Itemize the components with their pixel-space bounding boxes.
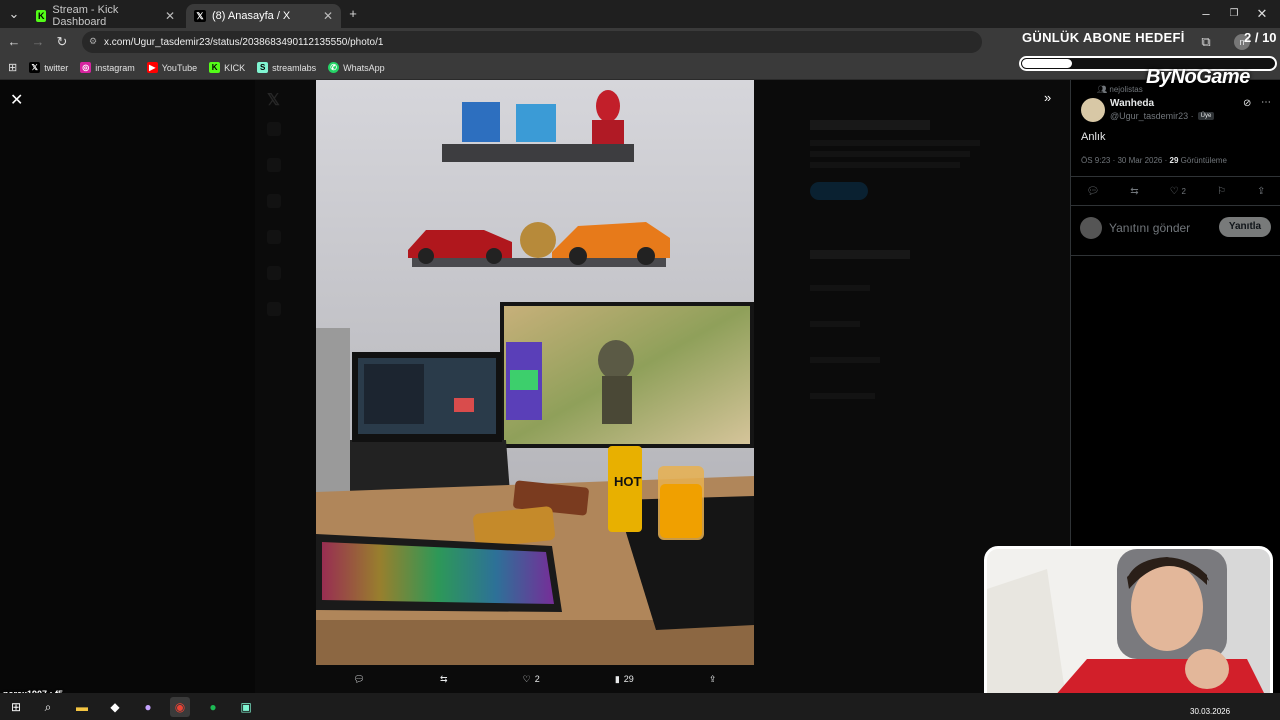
new-tab-icon[interactable]: + xyxy=(345,6,361,22)
forward-icon[interactable]: → xyxy=(30,34,46,50)
tweet-text: Anlık xyxy=(1081,131,1106,143)
reply-button[interactable]: 💬︎ xyxy=(354,674,365,685)
tab-x-home[interactable]: 𝕏 (8) Anasayfa / X ✕ xyxy=(186,4,341,28)
trends-ghost xyxy=(810,250,990,399)
tab-title: Stream - Kick Dashboard xyxy=(52,4,119,28)
x-logo-icon: 𝕏 xyxy=(194,10,206,22)
views-number: 29 xyxy=(1169,156,1179,165)
heart-icon: ♡ xyxy=(522,673,531,684)
svg-text:HOT: HOT xyxy=(614,474,642,489)
kick-icon: K xyxy=(36,10,47,22)
x-logo-icon: 𝕏 xyxy=(29,62,41,73)
file-explorer-icon[interactable]: ▬ xyxy=(72,697,92,717)
streamlabs-icon: S xyxy=(257,62,269,73)
views-button[interactable]: ▮ 29 xyxy=(615,674,634,685)
minimize-icon[interactable]: – xyxy=(1198,6,1214,22)
like-count: 2 xyxy=(534,674,540,684)
share-button[interactable]: ⇪ xyxy=(709,674,717,685)
premium-card-ghost xyxy=(810,120,990,230)
like-button[interactable]: ♡ 2 xyxy=(523,674,540,685)
youtube-icon: ▶ xyxy=(146,62,158,73)
reply-composer: Yanıtını gönder Yanıtla xyxy=(1070,208,1280,256)
url-text: x.com/Ugur_tasdemir23/status/20386834901… xyxy=(104,36,384,48)
x-logo-icon: 𝕏 xyxy=(267,92,280,109)
share-icon[interactable]: ⇪ xyxy=(1257,186,1265,197)
chrome-icon[interactable]: ◉ xyxy=(170,697,190,717)
bookmark-youtube[interactable]: ▶ YouTube xyxy=(146,62,197,73)
share-icon: ⇪ xyxy=(708,673,717,684)
streamer-webcam xyxy=(987,549,1270,705)
display-name[interactable]: Wanheda xyxy=(1110,98,1154,109)
desk-setup-photo: HOT xyxy=(316,80,754,665)
windows-taskbar: ⊞ ⌕ ▬ ◆ ● ◉ ● ▣ xyxy=(0,693,1280,720)
bookmark-twitter[interactable]: 𝕏twitter xyxy=(29,62,68,73)
sidebar-nav-ghost xyxy=(255,110,315,338)
reply-input[interactable]: Yanıtını gönder xyxy=(1109,221,1190,235)
more-icon[interactable]: ⋯ xyxy=(1261,97,1271,108)
toggle-sidebar-icon[interactable]: » xyxy=(1044,90,1051,105)
close-tab-icon[interactable]: ✕ xyxy=(165,9,175,23)
close-viewer-icon[interactable]: ✕ xyxy=(10,90,23,110)
people-icon: 👥︎ xyxy=(1097,85,1110,94)
bookmark-icon[interactable]: ⚐ xyxy=(1217,186,1226,197)
taskbar-date: 30.03.2026 xyxy=(1190,707,1231,716)
bookmark-kick[interactable]: K KICK xyxy=(209,62,245,73)
windows-start-icon[interactable]: ⊞ xyxy=(6,697,26,717)
bookmark-streamlabs[interactable]: Sstreamlabs xyxy=(257,62,316,73)
instagram-icon: ◎ xyxy=(80,62,92,73)
avatar[interactable] xyxy=(1081,98,1105,122)
bar-chart-icon: ▮ xyxy=(614,673,620,684)
user-avatar xyxy=(1080,217,1102,239)
goal-title: GÜNLÜK ABONE HEDEFİ xyxy=(1022,30,1185,45)
app-icon[interactable]: ◆ xyxy=(105,697,125,717)
photo-action-bar: 💬︎ ⇆ ♡ 2 ▮ 29 ⇪ xyxy=(316,668,754,690)
member-badge: Üye xyxy=(1197,112,1215,120)
reload-icon[interactable]: ↻ xyxy=(54,34,70,50)
handle[interactable]: @Ugur_tasdemir23 · xyxy=(1110,111,1194,121)
spotify-icon[interactable]: ● xyxy=(203,697,223,717)
like-button[interactable]: ♡ 2 xyxy=(1170,186,1186,197)
tweet-meta: ÖS 9:23 · 30 Mar 2026 · 29 Görüntüleme xyxy=(1081,156,1227,165)
tab-title: (8) Anasayfa / X xyxy=(212,10,291,22)
handle-row: @Ugur_tasdemir23 · Üye xyxy=(1110,111,1215,121)
tweet-action-row: 💬︎ ⇆ ♡ 2 ⚐ ⇪ xyxy=(1071,176,1280,206)
url-field[interactable]: ⚙ x.com/Ugur_tasdemir23/status/203868349… xyxy=(82,31,982,53)
like-count: 2 xyxy=(1181,186,1186,196)
views-count: 29 xyxy=(623,674,634,684)
tab-kick-dashboard[interactable]: K Stream - Kick Dashboard ✕ xyxy=(28,4,183,28)
site-info-icon[interactable]: ⚙ xyxy=(89,36,97,47)
grok-icon[interactable]: ⊘ xyxy=(1243,98,1251,109)
bookmark-instagram[interactable]: ◎ instagram xyxy=(80,62,135,73)
goal-count: 2 / 10 xyxy=(1244,30,1277,45)
close-tab-icon[interactable]: ✕ xyxy=(323,9,333,23)
restore-icon[interactable]: ❐ xyxy=(1226,6,1242,22)
comment-icon: 💬︎ xyxy=(353,673,365,684)
goal-progress-fill xyxy=(1022,59,1073,68)
streamlabs-icon[interactable]: ▣ xyxy=(236,697,256,717)
repost-icon[interactable]: ⇆ xyxy=(1130,186,1138,197)
whatsapp-icon: ✆ xyxy=(328,62,340,73)
bookmark-whatsapp[interactable]: ✆ WhatsApp xyxy=(328,62,385,73)
repost-button[interactable]: ⇆ xyxy=(440,674,448,685)
social-context: 👥︎ nejolistas xyxy=(1097,85,1143,94)
heart-icon: ♡ xyxy=(1169,185,1179,197)
apps-grid-icon[interactable]: ⊞ xyxy=(8,61,17,74)
repost-icon: ⇆ xyxy=(440,673,448,684)
brand-logo: ByNoGame xyxy=(1146,66,1250,88)
tab-search-icon[interactable]: ⌄ xyxy=(6,6,22,22)
window-close-icon[interactable]: ✕ xyxy=(1254,6,1270,22)
tweet-photo[interactable]: HOT xyxy=(316,80,754,665)
tab-bar: ⌄ K Stream - Kick Dashboard ✕ 𝕏 (8) Anas… xyxy=(0,0,1280,28)
search-icon[interactable]: ⌕ xyxy=(38,697,58,717)
back-icon[interactable]: ← xyxy=(6,34,22,50)
reply-button[interactable]: Yanıtla xyxy=(1219,217,1271,237)
discord-icon[interactable]: ● xyxy=(138,697,158,717)
comment-icon[interactable]: 💬︎ xyxy=(1087,186,1100,197)
webcam-overlay xyxy=(984,546,1273,708)
kick-icon: K xyxy=(209,62,221,73)
extensions-icon[interactable]: ⧉ xyxy=(1198,34,1214,50)
